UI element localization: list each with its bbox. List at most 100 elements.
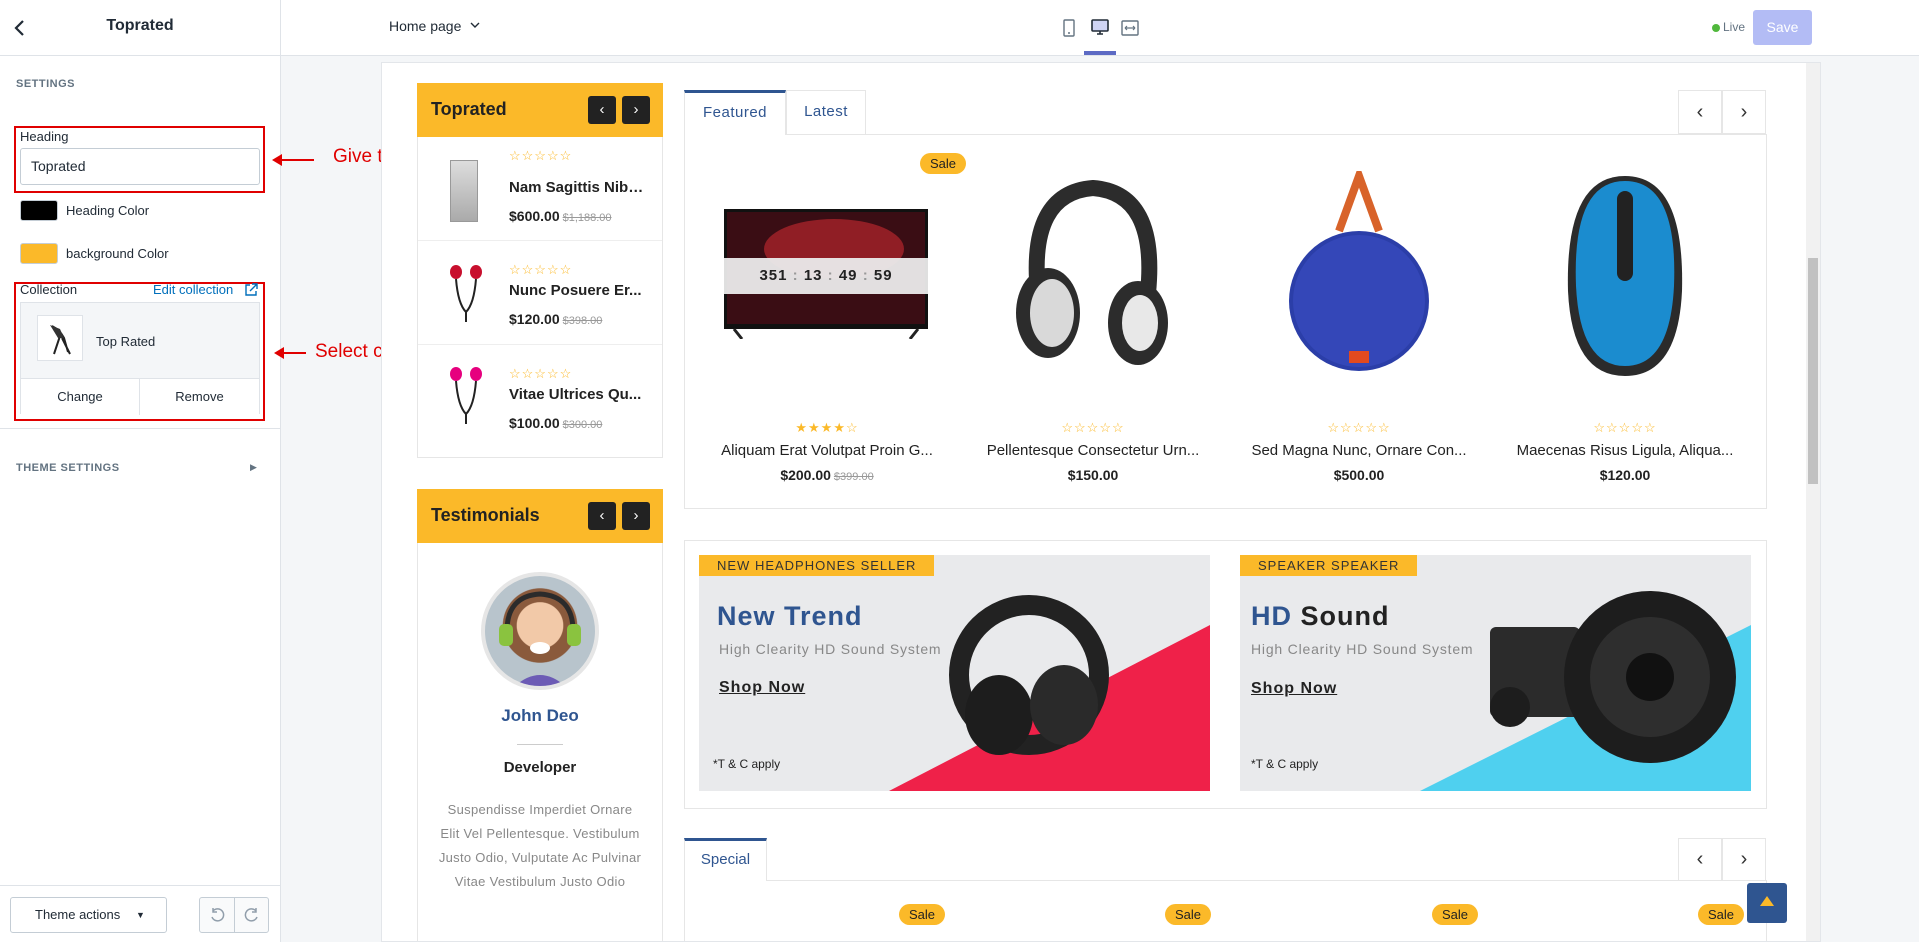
page-select-label: Home page — [389, 18, 462, 34]
product-card[interactable]: ☆☆☆☆☆ Pellentesque Consectetur Urn... $1… — [968, 153, 1218, 493]
scroll-top-button[interactable] — [1747, 883, 1787, 923]
external-link-icon[interactable] — [244, 283, 258, 302]
countdown-timer: 351 : 13 : 49 : 59 — [724, 258, 928, 294]
banner-speaker[interactable]: SPEAKER SPEAKER HD Sound High Clearity H… — [1240, 555, 1751, 791]
collection-label: Collection — [20, 282, 78, 297]
banner-subtitle: High Clearity HD Sound System — [719, 641, 942, 657]
live-status-dot — [1712, 24, 1720, 32]
testimonial-role: Developer — [503, 759, 577, 776]
heading-color-swatch[interactable] — [20, 200, 58, 221]
product-price: $120.00 — [509, 311, 560, 327]
old-price: $300.00 — [562, 419, 603, 431]
old-price: $399.00 — [833, 471, 874, 483]
testimonial-name: John Deo — [501, 706, 579, 725]
shop-now-link[interactable]: Shop Now — [1251, 680, 1337, 698]
product-card[interactable]: ☆☆☆☆☆ Maecenas Risus Ligula, Aliqua... $… — [1500, 153, 1750, 493]
sidebar-header: Toprated — [0, 0, 280, 56]
headphones-image — [1008, 173, 1178, 388]
special-block — [684, 880, 1767, 941]
testimonials-header: Testimonials ‹ › — [417, 489, 663, 543]
product-price: $600.00 $1,188.00 — [509, 208, 612, 224]
collection-thumbnail — [37, 315, 83, 361]
product-title[interactable]: Vitae Ultrices Qu... — [509, 386, 649, 403]
heading-color-label: Heading Color — [66, 203, 150, 218]
change-button[interactable]: Change — [21, 379, 140, 415]
earphones-pink-image — [446, 366, 486, 431]
product-price: $500.00 — [1333, 467, 1385, 483]
product-title[interactable]: Sed Magna Nunc, Ornare Con... — [1234, 442, 1484, 459]
rating-stars: ☆☆☆☆☆ — [509, 148, 573, 163]
rating-stars: ☆☆☆☆☆ — [1327, 420, 1391, 435]
heading-arrow-icon — [272, 154, 314, 166]
earphones-image — [446, 264, 486, 329]
banner-title: HD Sound — [1251, 601, 1390, 631]
remove-button[interactable]: Remove — [140, 379, 259, 415]
list-item[interactable]: ☆☆☆☆☆ Vitae Ultrices Qu... $100.00 $300.0… — [418, 346, 662, 449]
rating-stars: ☆☆☆☆☆ — [509, 262, 573, 277]
banner-title: New Trend — [717, 601, 863, 631]
preview-scrollbar[interactable] — [1806, 63, 1820, 941]
speaker-image — [1284, 164, 1434, 386]
product-title[interactable]: Nam Sagittis Nibh... — [509, 179, 649, 196]
collection-arrow-icon — [274, 347, 306, 359]
banner-headphones[interactable]: NEW HEADPHONES SELLER New Trend High Cle… — [699, 555, 1210, 791]
product-title[interactable]: Aliquam Erat Volutpat Proin G... — [702, 442, 952, 459]
rating-stars: ☆☆☆☆☆ — [509, 366, 573, 381]
product-price: $120.00 — [1599, 467, 1651, 483]
product-card[interactable]: ☆☆☆☆☆ Sed Magna Nunc, Ornare Con... $500… — [1234, 153, 1484, 493]
product-title[interactable]: Pellentesque Consectetur Urn... — [968, 442, 1218, 459]
theme-settings-heading[interactable]: THEME SETTINGS — [16, 462, 120, 474]
testimonial-text: Suspendisse Imperdiet Ornare Elit Vel Pe… — [438, 802, 642, 889]
banner-tag: SPEAKER SPEAKER — [1240, 555, 1418, 576]
fridge-image — [450, 160, 478, 222]
scrollbar-thumb[interactable] — [1808, 258, 1818, 484]
banner-note: *T & C apply — [713, 757, 781, 771]
mobile-view-icon[interactable] — [1061, 19, 1077, 42]
fullscreen-view-icon[interactable] — [1121, 19, 1139, 42]
background-color-swatch[interactable] — [20, 243, 58, 264]
theme-actions-button[interactable]: Theme actions ▼ — [10, 897, 167, 933]
undo-icon[interactable] — [200, 898, 235, 932]
tab-featured[interactable]: Featured — [684, 90, 786, 135]
old-price: $398.00 — [562, 315, 603, 327]
settings-heading: SETTINGS — [16, 78, 76, 90]
toprated-next-button[interactable]: › — [622, 96, 650, 124]
product-price: $100.00 — [509, 415, 560, 431]
testimonials-title: Testimonials — [431, 505, 540, 525]
banner-subtitle: High Clearity HD Sound System — [1251, 641, 1474, 657]
list-item[interactable]: ☆☆☆☆☆ Nunc Posuere Er... $120.00 $398.00 — [418, 242, 662, 345]
editor-sidebar: Toprated SETTINGS Heading Toprated Headi… — [0, 0, 281, 942]
heading-input[interactable]: Toprated — [20, 148, 260, 185]
edit-collection-link[interactable]: Edit collection — [153, 282, 233, 297]
avatar — [481, 572, 599, 690]
special-next-button[interactable]: › — [1722, 838, 1766, 881]
testimonials-next-button[interactable]: › — [622, 502, 650, 530]
page-select[interactable]: Home page — [389, 18, 481, 34]
sale-badge: Sale — [1432, 904, 1479, 925]
sale-badge: Sale — [1698, 904, 1745, 925]
tab-special[interactable]: Special — [684, 838, 767, 881]
shop-now-link[interactable]: Shop Now — [719, 679, 805, 697]
product-title[interactable]: Maecenas Risus Ligula, Aliqua... — [1500, 442, 1750, 459]
heading-label: Heading — [20, 129, 69, 144]
tab-latest[interactable]: Latest — [786, 90, 866, 135]
testimonials-prev-button[interactable]: ‹ — [588, 502, 616, 530]
list-item[interactable]: ☆☆☆☆☆ Nam Sagittis Nibh... $600.00 $1,188… — [418, 138, 662, 241]
featured-next-button[interactable]: › — [1722, 90, 1766, 134]
redo-icon[interactable] — [235, 898, 269, 932]
background-color-label: background Color — [66, 246, 169, 261]
special-prev-button[interactable]: ‹ — [1678, 838, 1722, 881]
featured-prev-button[interactable]: ‹ — [1678, 90, 1722, 134]
save-button[interactable]: Save — [1753, 10, 1812, 45]
sale-badge: Sale — [899, 904, 946, 925]
divider — [517, 744, 563, 745]
product-card[interactable]: Sale 351 : 13 : 49 : 59 ★★★★☆ Aliquam Er… — [702, 153, 967, 493]
sidebar-title: Toprated — [106, 17, 174, 34]
toprated-prev-button[interactable]: ‹ — [588, 96, 616, 124]
chevron-right-icon[interactable]: ▶ — [250, 462, 257, 473]
product-title[interactable]: Nunc Posuere Er... — [509, 282, 649, 299]
desktop-view-icon[interactable] — [1091, 18, 1109, 41]
rating-stars: ☆☆☆☆☆ — [1593, 420, 1657, 435]
theme-preview: Toprated ‹ › ☆☆☆☆☆ Nam Sagittis Nibh... … — [381, 62, 1821, 942]
active-view-indicator — [1084, 51, 1116, 55]
